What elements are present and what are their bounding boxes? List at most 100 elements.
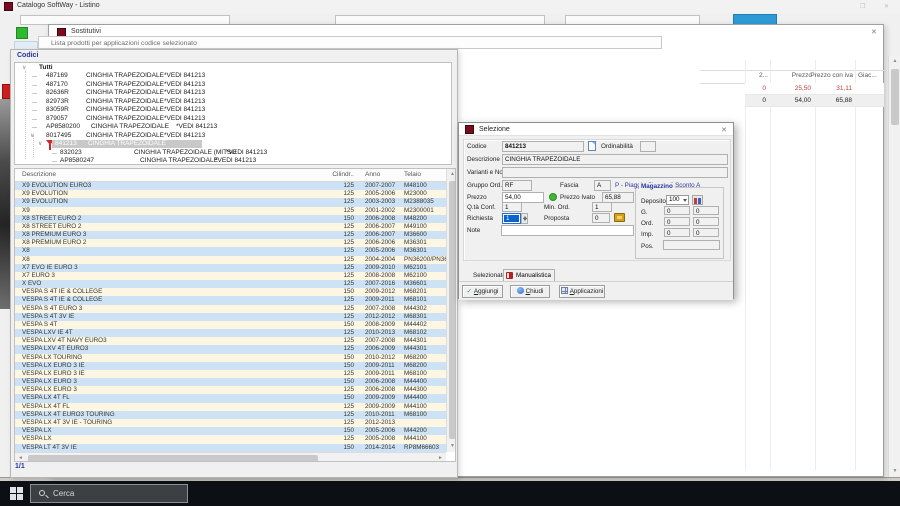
applicazioni-button[interactable]: Applicazioni xyxy=(559,285,605,298)
col-header-descrizione[interactable]: Descrizione xyxy=(22,171,56,178)
table-row[interactable]: X81252004-2004PN36200/PN36300 xyxy=(15,256,446,264)
table-row[interactable]: VESPA LX EURO 3 IE1252009-2011M68100 xyxy=(15,370,446,378)
col-header-anno[interactable]: Anno xyxy=(365,171,380,178)
table-row[interactable]: VESPA LXV IE 4T1252010-2013M68102 xyxy=(15,329,446,337)
table-row[interactable]: VESPA LXV 4T EURO31252006-2009M44301 xyxy=(15,345,446,353)
table-row[interactable]: VESPA LX 4T EURO3 TOURING1252010-2011M68… xyxy=(15,411,446,419)
scroll-down-icon[interactable]: ▼ xyxy=(447,441,456,452)
proposta-field[interactable]: 0 xyxy=(592,213,610,223)
scrollbar-thumb[interactable] xyxy=(891,69,899,125)
pos-field[interactable] xyxy=(663,240,720,250)
table-vertical-scrollbar[interactable]: ▲ ▼ xyxy=(446,169,456,452)
table-cell: X9 EVOLUTION EURO3 xyxy=(22,182,91,190)
tree-item[interactable]: 82973RCINGHIA TRAPEZOIDALE*VEDI 841213 xyxy=(15,98,451,106)
sost-cell: 31,11 xyxy=(813,83,852,95)
close-icon[interactable]: ✕ xyxy=(721,126,727,134)
scroll-up-icon[interactable]: ▲ xyxy=(889,56,900,67)
deposito-lookup-icon[interactable] xyxy=(692,195,703,205)
scroll-up-icon[interactable]: ▲ xyxy=(447,169,456,180)
qta-conf-field[interactable]: 1 xyxy=(502,202,522,212)
close-icon[interactable]: ✕ xyxy=(871,28,877,36)
sost-col-header[interactable]: Prezzo xyxy=(772,72,812,82)
table-row[interactable]: VESPA LXV 4T NAVY EURO31252007-2008M4430… xyxy=(15,337,446,345)
aggiungi-button[interactable]: ✓Aggiungi xyxy=(462,285,503,298)
table-row[interactable]: VESPA S 4T1502008-2009M44402 xyxy=(15,321,446,329)
tree-item[interactable]: AP8580200CINGHIA TRAPEZOIDALE*VEDI 84121… xyxy=(15,123,451,131)
main-vertical-scrollbar[interactable]: ▲ ▼ xyxy=(888,56,900,477)
table-row[interactable]: X7 EURO 31252008-2008M62100 xyxy=(15,272,446,280)
fascia-field[interactable]: A xyxy=(594,180,611,191)
table-row[interactable]: VESPA LX EURO 3 IE1502009-2011M68200 xyxy=(15,362,446,370)
table-row[interactable]: X9 EVOLUTION EURO31252007-2007M48100 xyxy=(15,182,446,190)
table-row[interactable]: X8 PREMIUM EURO 21252006-2006M36301 xyxy=(15,239,446,247)
richiesta-spinner[interactable]: 1 xyxy=(502,213,521,224)
table-row[interactable]: VESPA LX EURO 31502006-2008M44400 xyxy=(15,378,446,386)
maximize-icon[interactable]: ❐ xyxy=(860,3,865,10)
tree-item[interactable]: 82636RCINGHIA TRAPEZOIDALE*VEDI 841213 xyxy=(15,89,451,97)
table-row[interactable]: VESPA LX EURO 31252006-2008M44300 xyxy=(15,386,446,394)
spin-down-icon[interactable] xyxy=(523,218,527,221)
sost-col-header[interactable]: Giac... xyxy=(858,72,877,82)
table-row[interactable]: X81252005-2006M36301 xyxy=(15,247,446,255)
basket-icon[interactable] xyxy=(614,213,625,222)
gruppo-field[interactable]: RF xyxy=(502,180,532,191)
table-row[interactable]: VESPA LX 4T FL1502009-2009M44400 xyxy=(15,394,446,402)
scroll-down-icon[interactable]: ▼ xyxy=(889,466,900,477)
tree-item[interactable]: ∨8017495CINGHIA TRAPEZOIDALE*VEDI 841213 xyxy=(15,132,451,140)
table-row[interactable]: VESPA LT 4T 3V IE1502014-2014RP8M66603 xyxy=(15,444,446,452)
table-horizontal-scrollbar[interactable]: ◄ ► xyxy=(15,452,446,462)
descrizione-field[interactable]: CINGHIA TRAPEZOIDALE xyxy=(502,154,728,165)
table-row[interactable]: VESPA LX1502005-2006M44200 xyxy=(15,427,446,435)
table-row[interactable]: X91252001-2002M2300001 xyxy=(15,207,446,215)
table-row[interactable]: X8 STREET EURO 21252006-2007M49100 xyxy=(15,223,446,231)
scrollbar-thumb[interactable] xyxy=(28,455,318,462)
table-row[interactable]: X7 EVO IE EURO 31252009-2010M62101 xyxy=(15,264,446,272)
deposito-dropdown[interactable]: 100 xyxy=(666,195,689,205)
document-icon[interactable] xyxy=(588,141,596,151)
scroll-right-icon[interactable]: ► xyxy=(435,453,446,462)
codice-field[interactable]: 841213 xyxy=(502,141,584,152)
close-icon[interactable]: ✕ xyxy=(884,3,889,10)
table-row[interactable]: VESPA LX 4T 3V IE - TOURING1252012-2013 xyxy=(15,419,446,427)
table-row[interactable]: VESPA S 4T 3V IE1252012-2012M68301 xyxy=(15,313,446,321)
table-row[interactable]: X8 PREMIUM EURO 31252006-2007M36600 xyxy=(15,231,446,239)
table-row[interactable]: VESPA S 4T IE & COLLEGE1502009-2012M6820… xyxy=(15,288,446,296)
min-ord-field[interactable]: 1 xyxy=(592,202,612,212)
chiudi-button[interactable]: Chiudi xyxy=(510,285,550,298)
table-row[interactable]: VESPA S 4T EURO 31252007-2008M44302 xyxy=(15,305,446,313)
sost-table-row[interactable]: 054,0065,88 xyxy=(745,95,884,107)
table-row[interactable]: X9 EVOLUTION1252003-2003M2388035 xyxy=(15,198,446,206)
table-row[interactable]: X8 STREET EURO 21502006-2008M48200 xyxy=(15,215,446,223)
tree-child-item[interactable]: AP8580247CINGHIA TRAPEZOIDALE*VEDI 84121… xyxy=(15,157,451,165)
main-title-bar[interactable]: Catalogo SoftWay - Listino ❐ ✕ xyxy=(0,0,900,13)
tree-item[interactable]: 487170CINGHIA TRAPEZOIDALE*VEDI 841213 xyxy=(15,81,451,89)
tree-child-item[interactable]: 832023CINGHIA TRAPEZOIDALE (MITSU*VEDI 8… xyxy=(15,149,451,157)
sost-table-row[interactable]: 025,5031,11 xyxy=(745,83,884,95)
scrollbar-thumb[interactable] xyxy=(449,181,456,439)
ordinabilita-field[interactable] xyxy=(640,141,656,152)
lista-title-bar[interactable]: Lista prodotti per applicazioni codice s… xyxy=(38,36,662,49)
table-row[interactable]: VESPA S 4T IE & COLLEGE1252009-2011M6810… xyxy=(15,296,446,304)
scroll-left-icon[interactable]: ◄ xyxy=(15,453,26,462)
dialog-title-bar[interactable]: Selezione ✕ xyxy=(459,123,733,136)
table-row[interactable]: VESPA LX TOURING1502010-2012M68200 xyxy=(15,354,446,362)
table-row[interactable]: X EVO1252007-2016M36601 xyxy=(15,280,446,288)
tree-item[interactable]: 879057CINGHIA TRAPEZOIDALE*VEDI 841213 xyxy=(15,115,451,123)
tree-item[interactable]: 83059RCINGHIA TRAPEZOIDALE.*VEDI 841213 xyxy=(15,106,451,114)
varianti-field[interactable] xyxy=(502,167,728,178)
note-field[interactable] xyxy=(501,225,634,236)
spinner-buttons[interactable] xyxy=(521,213,528,224)
table-row[interactable]: X9 EVOLUTION1252005-2006M23000 xyxy=(15,190,446,198)
tree-item[interactable]: 487169CINGHIA TRAPEZOIDALE*VEDI 841213 xyxy=(15,72,451,80)
tab-selezionato[interactable]: Selezionato xyxy=(473,272,506,279)
sost-col-header[interactable]: 2... xyxy=(748,72,768,82)
col-header-telaio[interactable]: Telaio xyxy=(404,171,421,178)
col-header-cilindrata[interactable]: Cilindr.. xyxy=(318,171,354,178)
table-row[interactable]: VESPA LX1252005-2008M44100 xyxy=(15,435,446,443)
tree-item-selected[interactable]: ∨841213CINGHIA TRAPEZOIDALE xyxy=(15,140,451,148)
tab-manualistica[interactable]: Manualistica xyxy=(503,269,555,281)
tree-root[interactable]: ∨Tutti xyxy=(15,64,451,72)
sost-col-header[interactable]: Prezzo con iva xyxy=(808,72,853,82)
toolbar-green-button[interactable] xyxy=(16,27,28,39)
table-row[interactable]: VESPA LX 4T FL1252009-2009M44100 xyxy=(15,403,446,411)
